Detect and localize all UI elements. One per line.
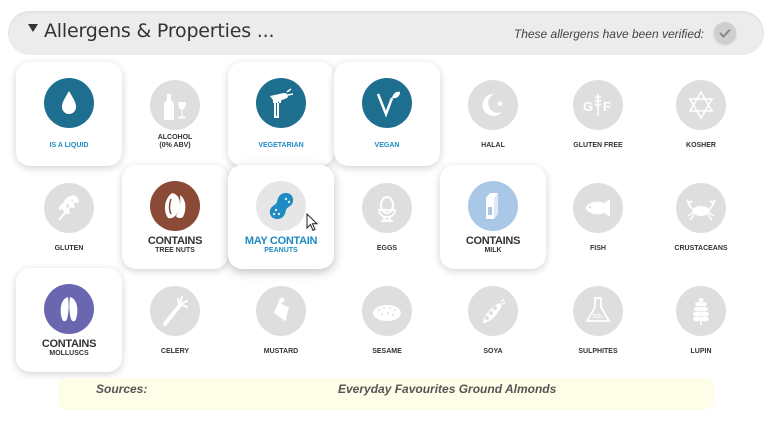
allergen-label: GLUTEN xyxy=(54,245,84,252)
allergen-tile-kosher[interactable]: KOSHER xyxy=(648,62,754,166)
allergen-label: HALAL xyxy=(481,142,505,149)
wine-bottle-icon xyxy=(150,80,200,130)
allergen-label: VEGAN xyxy=(374,142,400,149)
bread-icon xyxy=(362,286,412,336)
svg-text:G: G xyxy=(583,99,593,114)
wheat-icon xyxy=(44,183,94,233)
lupin-icon xyxy=(676,286,726,336)
allergen-label: TREE NUTS xyxy=(155,247,195,254)
allergen-tile-sulphites[interactable]: SO₂ SULPHITES xyxy=(545,268,651,372)
allergen-tile-tree-nuts[interactable]: CONTAINS TREE NUTS xyxy=(122,165,228,269)
egg-cup-icon xyxy=(362,183,412,233)
crescent-star-icon xyxy=(468,80,518,130)
allergen-tile-gluten[interactable]: GLUTEN xyxy=(16,165,122,269)
caret-down-icon xyxy=(28,24,38,32)
fish-icon xyxy=(573,183,623,233)
allergen-tile-mustard[interactable]: MUSTARD xyxy=(228,268,334,372)
allergen-tile-liquid[interactable]: IS A LIQUID xyxy=(16,62,122,166)
svg-text:F: F xyxy=(603,99,611,114)
gf-wheat-icon: G F xyxy=(573,80,623,130)
sprout-v-icon xyxy=(362,78,412,128)
droplet-icon xyxy=(44,78,94,128)
checkmark-icon xyxy=(719,28,731,38)
allergen-status: CONTAINS xyxy=(147,235,203,247)
allergen-label: VEGETARIAN xyxy=(258,142,304,149)
allergen-label: SESAME xyxy=(372,348,402,355)
allergen-label: PEANUTS xyxy=(264,247,298,254)
allergen-tile-milk[interactable]: CONTAINS MILK xyxy=(440,165,546,269)
allergen-tile-halal[interactable]: HALAL xyxy=(440,62,546,166)
allergen-tile-fish[interactable]: FISH xyxy=(545,165,651,269)
allergen-label: ALCOHOL xyxy=(157,134,193,141)
allergen-label: MUSTARD xyxy=(263,348,299,355)
so2-text: SO₂ xyxy=(592,314,604,320)
allergen-label: FISH xyxy=(590,245,606,252)
allergen-label: MILK xyxy=(484,247,502,254)
verified-label: These allergens have been verified: xyxy=(513,27,704,41)
celery-icon xyxy=(150,286,200,336)
allergen-tile-gluten-free[interactable]: G F GLUTEN FREE xyxy=(545,62,651,166)
allergen-status: MAY CONTAIN xyxy=(244,235,318,247)
flask-icon: SO₂ xyxy=(573,286,623,336)
sources-label: Sources: xyxy=(96,382,148,396)
mussel-icon xyxy=(44,284,94,334)
sources-value: Everyday Favourites Ground Almonds xyxy=(338,382,557,396)
allergen-tile-lupin[interactable]: LUPIN xyxy=(648,268,754,372)
almond-icon xyxy=(150,181,200,231)
peanut-icon xyxy=(256,181,306,231)
star-of-david-icon xyxy=(676,80,726,130)
milk-carton-icon xyxy=(468,181,518,231)
allergen-label: SOYA xyxy=(483,348,503,355)
soybean-icon xyxy=(468,286,518,336)
sources-panel: Sources: Everyday Favourites Ground Almo… xyxy=(58,378,714,410)
allergen-label: IS A LIQUID xyxy=(49,142,89,149)
allergen-label: KOSHER xyxy=(686,142,716,149)
allergen-label: EGGS xyxy=(376,245,398,252)
crab-icon xyxy=(676,183,726,233)
allergen-tile-molluscs[interactable]: CONTAINS MOLLUSCS xyxy=(16,268,122,372)
allergen-label: CELERY xyxy=(160,348,190,355)
allergen-label: SULPHITES xyxy=(578,348,618,355)
allergen-tile-vegetarian[interactable]: VEGETARIAN xyxy=(228,62,334,166)
allergen-status: CONTAINS xyxy=(465,235,521,247)
allergen-label: MOLLUSCS xyxy=(49,350,89,357)
mouse-cursor-icon xyxy=(306,213,319,232)
allergen-tile-crustaceans[interactable]: CRUSTACEANS xyxy=(648,165,754,269)
allergens-section-header[interactable]: Allergens & Properties ... These allerge… xyxy=(8,11,764,55)
verified-checkbox[interactable] xyxy=(714,22,736,44)
allergen-tile-alcohol[interactable]: ALCOHOL (0% ABV) xyxy=(122,62,228,166)
section-title: Allergens & Properties ... xyxy=(44,20,275,42)
allergen-status: CONTAINS xyxy=(41,338,97,350)
allergen-tile-vegan[interactable]: VEGAN xyxy=(334,62,440,166)
allergen-label: LUPIN xyxy=(690,348,712,355)
allergen-label: GLUTEN FREE xyxy=(573,142,623,149)
allergen-tile-soya[interactable]: SOYA xyxy=(440,268,546,372)
allergen-sublabel: (0% ABV) xyxy=(159,142,191,149)
allergen-tile-celery[interactable]: CELERY xyxy=(122,268,228,372)
fork-carrot-icon xyxy=(256,78,306,128)
allergen-tile-eggs[interactable]: EGGS xyxy=(334,165,440,269)
allergen-tile-sesame[interactable]: SESAME xyxy=(334,268,440,372)
allergen-label: CRUSTACEANS xyxy=(674,245,728,252)
mustard-bottle-icon xyxy=(256,286,306,336)
